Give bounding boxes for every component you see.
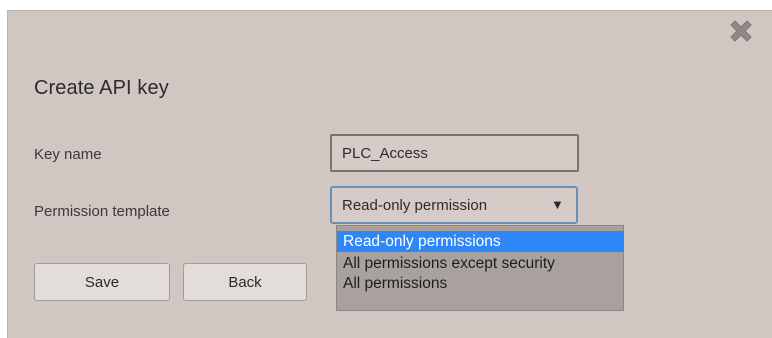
close-icon[interactable] [726,16,756,46]
back-button[interactable]: Back [183,263,307,301]
option-read-only-permissions[interactable]: Read-only permissions [337,231,624,252]
key-name-input[interactable] [330,134,579,172]
option-all-permissions[interactable]: All permissions [337,273,624,294]
dropdown-arrow-icon: ▼ [551,197,564,212]
permission-template-selected-value: Read-only permission [342,197,488,214]
option-all-permissions-except-security[interactable]: All permissions except security [337,253,624,274]
permission-template-select[interactable]: Read-only permission ▼ [330,186,578,224]
permission-template-label: Permission template [34,203,170,220]
top-edge [0,0,772,10]
permission-template-options: Read-only permissions All permissions ex… [336,225,624,311]
dialog-title: Create API key [34,77,169,99]
save-button[interactable]: Save [34,263,170,301]
key-name-label: Key name [34,146,102,163]
